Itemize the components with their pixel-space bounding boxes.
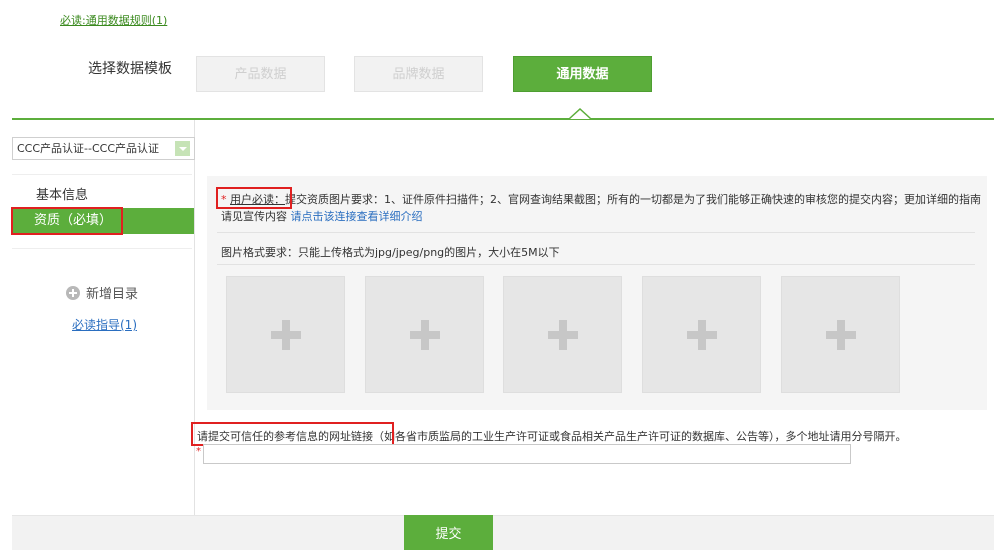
- image-format-notice: 图片格式要求：只能上传格式为jpg/jpeg/png的图片，大小在5M以下: [221, 246, 560, 259]
- image-upload-slot-2[interactable]: [365, 276, 484, 393]
- reference-url-input[interactable]: [203, 444, 851, 464]
- image-upload-slot-1[interactable]: [226, 276, 345, 393]
- image-upload-slot-5[interactable]: [781, 276, 900, 393]
- panel-separator: [217, 264, 975, 265]
- detail-link[interactable]: 请点击该连接查看详细介绍: [291, 210, 423, 223]
- category-select-value: CCC产品认证--CCC产品认证: [17, 142, 160, 155]
- add-directory-label: 新增目录: [86, 287, 139, 302]
- general-data-rules-link[interactable]: 必读:通用数据规则(1): [60, 12, 167, 28]
- submit-button[interactable]: 提交: [404, 515, 493, 550]
- sidebar-item-qualification[interactable]: 资质（必填）: [12, 208, 194, 234]
- required-star: *: [221, 193, 227, 206]
- reference-url-label-rest: （如各省市质监局的工业生产许可证或食品相关产品生产许可证的数据库、公告等），多个…: [373, 430, 907, 443]
- reference-url-label: 请提交可信任的参考信息的网址链接（如各省市质监局的工业生产许可证或食品相关产品生…: [197, 428, 907, 444]
- chevron-down-icon[interactable]: [175, 141, 190, 156]
- required-star: *: [196, 446, 201, 457]
- image-upload-slot-4[interactable]: [642, 276, 761, 393]
- template-divider: [12, 118, 994, 120]
- template-product-button[interactable]: 产品数据: [196, 56, 325, 92]
- template-select-label: 选择数据模板: [88, 61, 172, 77]
- sidebar-separator: [12, 248, 192, 249]
- sidebar-item-basic-info[interactable]: 基本信息: [36, 184, 88, 203]
- category-select[interactable]: CCC产品认证--CCC产品认证: [12, 137, 195, 160]
- guide-link[interactable]: 必读指导(1): [72, 316, 137, 333]
- must-read-label: 用户必读：: [230, 193, 285, 206]
- panel-separator: [217, 232, 975, 233]
- requirement-notice: * 用户必读：提交资质图片要求：1、证件原件扫描件；2、官网查询结果截图；所有的…: [221, 191, 981, 225]
- reference-url-label-highlight: 请提交可信任的参考信息的网址链接: [197, 430, 373, 443]
- template-general-button[interactable]: 通用数据: [513, 56, 652, 92]
- active-template-pointer-icon: [569, 108, 591, 120]
- plus-circle-icon: [66, 286, 80, 300]
- add-directory-button[interactable]: 新增目录: [66, 283, 138, 302]
- sidebar-divider: [194, 120, 195, 515]
- image-upload-slot-3[interactable]: [503, 276, 622, 393]
- footer-bar: [12, 515, 994, 550]
- sidebar-separator: [12, 174, 192, 175]
- template-brand-button[interactable]: 品牌数据: [354, 56, 483, 92]
